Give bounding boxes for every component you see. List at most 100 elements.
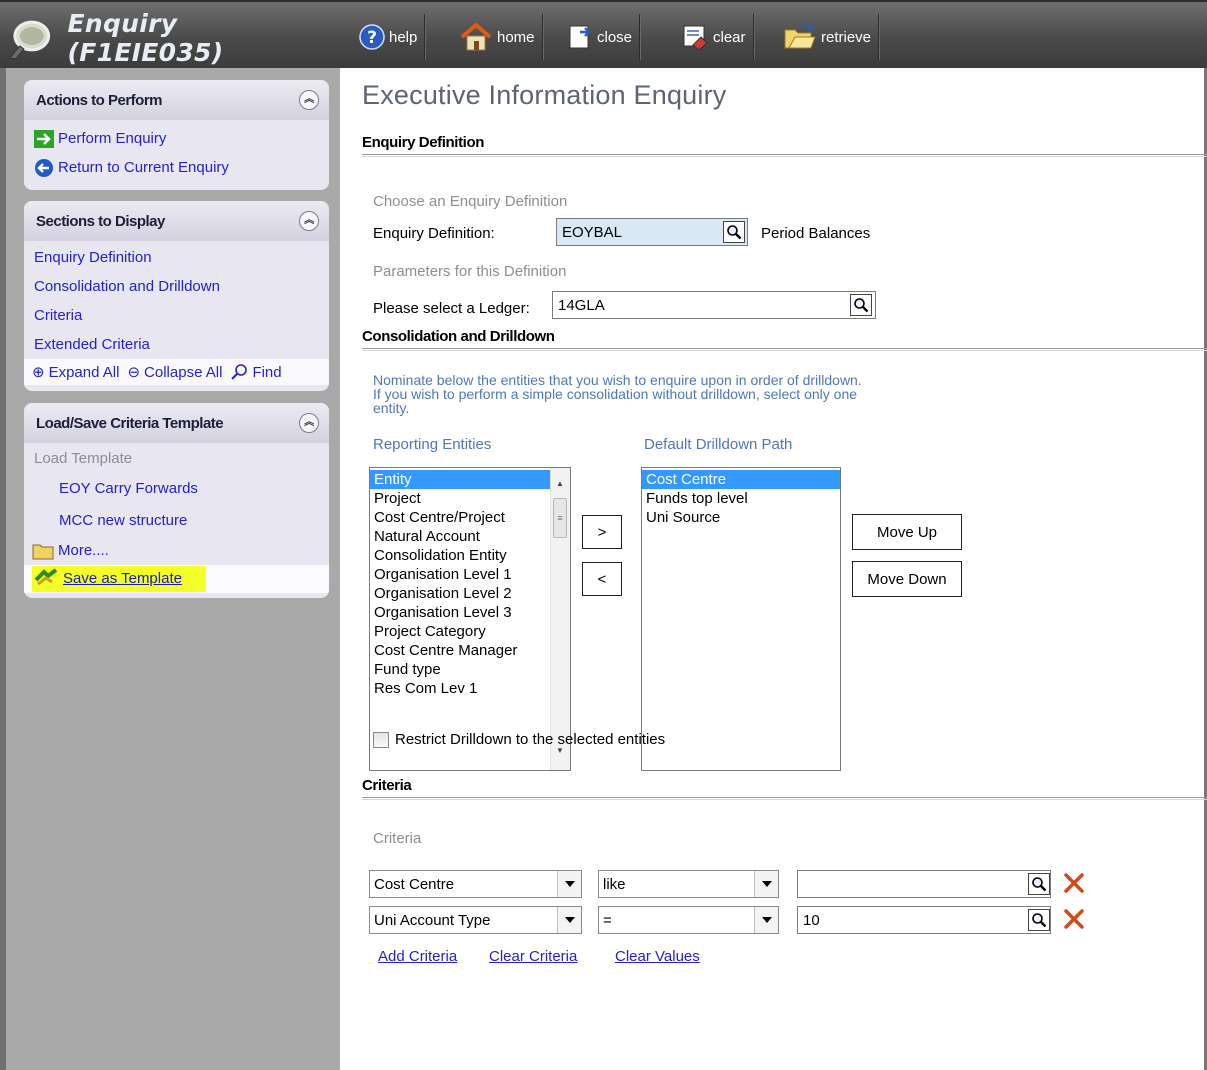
drilldown-path-item[interactable]: Uni Source	[642, 508, 840, 527]
expand-all-link[interactable]: Expand All	[49, 364, 120, 381]
home-icon	[460, 22, 492, 51]
ledger-lookup-button[interactable]	[850, 294, 872, 316]
enquiry-definition-lookup-button[interactable]	[723, 221, 745, 243]
collapse-all-link[interactable]: Collapse All	[144, 364, 222, 381]
section-divider	[362, 797, 1207, 800]
ledger-field[interactable]: 14GLA	[552, 291, 876, 319]
reporting-entity-item[interactable]: Organisation Level 2	[370, 584, 570, 603]
save-as-template-link[interactable]: Save as Template	[32, 566, 206, 592]
load-template-label: Load Template	[34, 450, 133, 467]
help-icon: ?	[359, 24, 385, 50]
dropdown-arrow-icon[interactable]	[754, 907, 778, 933]
template-panel-header[interactable]: Load/Save Criteria Template ︽	[24, 403, 329, 443]
search-icon	[1032, 913, 1047, 928]
perform-enquiry-link[interactable]: Perform Enquiry	[24, 124, 329, 153]
dropdown-arrow-icon[interactable]	[754, 871, 778, 897]
reporting-entity-item[interactable]: Cost Centre Manager	[370, 641, 570, 660]
sections-panel-header[interactable]: Sections to Display ︽	[24, 201, 329, 241]
find-icon	[231, 364, 248, 380]
template-panel-title: Load/Save Criteria Template	[36, 414, 224, 432]
section-link-enquiry-definition[interactable]: Enquiry Definition	[24, 243, 329, 272]
reporting-entity-item[interactable]: Project Category	[370, 622, 570, 641]
find-link[interactable]: Find	[252, 364, 281, 381]
clear-criteria-link[interactable]: Clear Criteria	[489, 948, 577, 965]
collapse-chevron-icon[interactable]: ︽	[299, 211, 319, 231]
drilldown-path-item[interactable]: Cost Centre	[642, 470, 840, 489]
instructions-line-3: entity.	[373, 400, 410, 416]
drilldown-path-list[interactable]: Cost Centre Funds top level Uni Source	[641, 467, 841, 771]
move-down-button[interactable]: Move Down	[852, 561, 962, 597]
reporting-entity-item[interactable]: Entity	[370, 470, 570, 489]
dropdown-arrow-icon[interactable]	[557, 871, 581, 897]
reporting-list-scrollbar[interactable]: ▲ ≡ ▼	[550, 468, 570, 770]
criteria-operator-select[interactable]: =	[598, 906, 779, 934]
reporting-entity-item[interactable]: Cost Centre/Project	[370, 508, 570, 527]
clear-values-link[interactable]: Clear Values	[615, 948, 700, 965]
clear-eraser-icon	[683, 25, 708, 51]
restrict-drilldown-label: Restrict Drilldown to the selected entit…	[395, 731, 666, 748]
collapse-all-icon: ⊖	[127, 364, 141, 381]
template-link-mcc-new-structure[interactable]: MCC new structure	[24, 504, 329, 536]
reporting-entity-item[interactable]: Fund type	[370, 660, 570, 679]
home-button[interactable]: home	[452, 14, 543, 60]
remove-criteria-icon[interactable]	[1062, 871, 1086, 895]
criteria-value-input[interactable]: 10	[797, 906, 1051, 934]
collapse-chevron-icon[interactable]: ︽	[299, 90, 319, 110]
enquiry-definition-value: EOYBAL	[562, 223, 623, 241]
template-link-eoy-carry-forwards[interactable]: EOY Carry Forwards	[24, 472, 329, 504]
reporting-entity-item[interactable]: Organisation Level 3	[370, 603, 570, 622]
search-icon	[854, 298, 869, 313]
remove-criteria-icon[interactable]	[1062, 907, 1086, 931]
criteria-operator-select[interactable]: like	[598, 870, 779, 898]
drilldown-path-item[interactable]: Funds top level	[642, 489, 840, 508]
move-up-button[interactable]: Move Up	[852, 514, 962, 550]
close-button[interactable]: close	[560, 14, 641, 60]
add-entity-button[interactable]: >	[582, 515, 622, 549]
criteria-field-value: Cost Centre	[374, 875, 455, 893]
actions-panel-header[interactable]: Actions to Perform ︽	[24, 80, 329, 120]
dropdown-arrow-icon[interactable]	[557, 907, 581, 933]
retrieve-button[interactable]: retrieve	[776, 14, 880, 60]
criteria-operator-value: like	[603, 875, 626, 893]
scroll-up-arrow-icon[interactable]: ▲	[556, 474, 564, 493]
close-label: close	[597, 28, 633, 46]
return-enquiry-link[interactable]: Return to Current Enquiry	[24, 153, 329, 182]
criteria-value-lookup-button[interactable]	[1028, 873, 1050, 895]
criteria-heading[interactable]: Criteria	[362, 777, 1207, 794]
reporting-entities-label: Reporting Entities	[373, 436, 492, 453]
help-button[interactable]: ? help	[352, 14, 426, 60]
section-link-extended-criteria[interactable]: Extended Criteria	[24, 330, 329, 359]
reporting-entity-item[interactable]: Organisation Level 1	[370, 565, 570, 584]
criteria-value-input[interactable]	[797, 870, 1051, 898]
top-toolbar: Enquiry (F1EIE035) ? help home close cle	[0, 0, 1207, 68]
collapse-chevron-icon[interactable]: ︽	[299, 413, 319, 433]
section-link-consolidation[interactable]: Consolidation and Drilldown	[24, 272, 329, 301]
reporting-entity-item[interactable]: Res Com Lev 1	[370, 679, 570, 698]
drilldown-path-label: Default Drilldown Path	[644, 436, 793, 453]
section-link-criteria[interactable]: Criteria	[24, 301, 329, 330]
scroll-thumb[interactable]: ≡	[553, 498, 567, 538]
reporting-entity-item[interactable]: Consolidation Entity	[370, 546, 570, 565]
more-templates-link[interactable]: More....	[24, 536, 329, 565]
app-title-area: Enquiry (F1EIE035)	[0, 6, 340, 70]
more-templates-label: More....	[58, 542, 109, 559]
green-arrow-icon	[34, 129, 54, 148]
add-criteria-link[interactable]: Add Criteria	[378, 948, 457, 965]
reporting-entities-list[interactable]: Entity Project Cost Centre/Project Natural …	[369, 467, 571, 771]
reporting-entity-item[interactable]: Natural Account	[370, 527, 570, 546]
open-folder-icon	[784, 24, 816, 49]
enquiry-definition-label: Enquiry Definition:	[373, 225, 495, 242]
restrict-drilldown-checkbox[interactable]	[373, 731, 389, 748]
consolidation-heading[interactable]: Consolidation and Drilldown	[362, 328, 1207, 345]
reporting-entity-item[interactable]: Project	[370, 489, 570, 508]
criteria-field-select[interactable]: Uni Account Type	[369, 906, 582, 934]
actions-panel-title: Actions to Perform	[36, 91, 163, 109]
remove-entity-button[interactable]: <	[582, 562, 622, 596]
enquiry-definition-heading[interactable]: Enquiry Definition	[362, 134, 1207, 151]
criteria-field-select[interactable]: Cost Centre	[369, 870, 582, 898]
criteria-value-lookup-button[interactable]	[1028, 909, 1050, 931]
left-sidebar: Actions to Perform ︽ Perform Enquiry Ret…	[0, 68, 340, 1070]
criteria-value-text: 10	[803, 911, 820, 929]
enquiry-definition-field[interactable]: EOYBAL	[556, 218, 748, 246]
clear-button[interactable]: clear	[674, 14, 754, 60]
